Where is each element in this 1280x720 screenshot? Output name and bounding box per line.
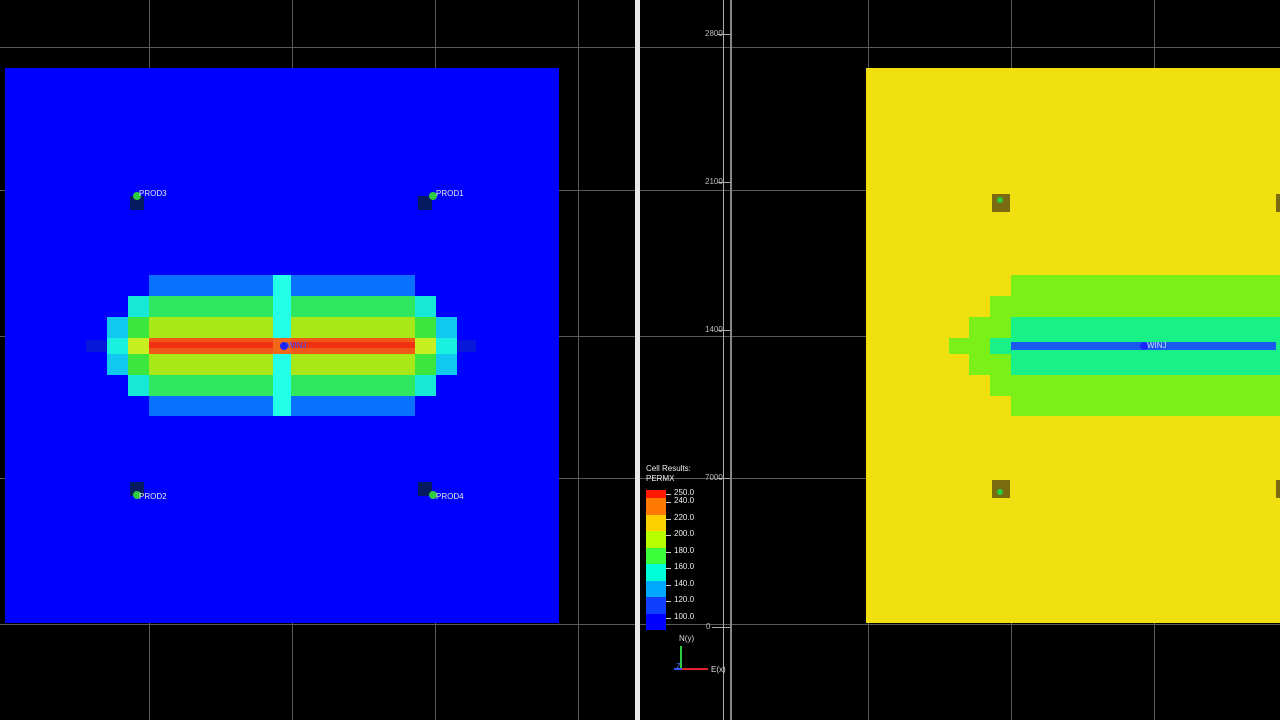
well-marker[interactable] — [997, 197, 1003, 203]
legend-label: 200.0 — [674, 529, 695, 538]
legend-tick — [666, 518, 671, 520]
well-label-prod3: PROD3 — [139, 189, 167, 198]
legend-tick — [666, 617, 671, 619]
legend-result-name: PERMX — [646, 474, 675, 483]
triad-x-label: E(x) — [711, 665, 726, 674]
legend-label: 220.0 — [674, 512, 695, 522]
legend-tick — [666, 584, 671, 586]
legend-tick — [666, 502, 671, 503]
legend-label: 100.0 — [674, 611, 695, 621]
legend-tick — [666, 535, 671, 536]
color-legend: Cell Results: PERMX 250.0 240.0 220.0 200.0… — [646, 464, 716, 630]
legend-label: 180.0 — [674, 545, 695, 555]
legend-swatch — [646, 490, 666, 498]
well-marker[interactable] — [997, 489, 1003, 495]
grid-line — [640, 624, 1280, 625]
grid-line — [0, 47, 635, 48]
triad-y-label: N(y) — [679, 634, 695, 643]
legend-swatch — [646, 547, 666, 564]
legend-tick — [666, 551, 671, 553]
legend-swatch — [646, 531, 666, 548]
grid-line — [0, 624, 635, 625]
well-label-prod1: PROD1 — [436, 189, 464, 198]
y-axis-line — [723, 0, 724, 720]
y-axis-tick-label: 1400 — [705, 325, 723, 334]
grid-cell — [990, 296, 1280, 317]
reservoir-grid[interactable] — [866, 68, 1280, 623]
legend-swatch — [646, 613, 666, 630]
legend-scale: 250.0 240.0 220.0 200.0 180.0 160.0 140.0 120.0… — [646, 488, 716, 630]
legend-label: 140.0 — [674, 578, 695, 588]
legend-label: 120.0 — [674, 595, 695, 604]
legend-label: 240.0 — [674, 496, 695, 505]
axis-triad: N(y) Z E(x) — [670, 632, 760, 682]
y-axis-tick-label: 2100 — [705, 177, 723, 186]
well-cell — [1276, 194, 1280, 212]
grid-line — [578, 0, 579, 720]
legend-label: 160.0 — [674, 562, 695, 571]
legend-title: Cell Results: — [646, 464, 691, 473]
well-label-winj: WINJ — [1147, 341, 1167, 350]
legend-tick — [666, 568, 671, 569]
legend-tick — [666, 601, 671, 602]
y-axis-tick — [712, 627, 730, 628]
left-3d-viewport[interactable]: PROD3 PROD1 PROD2 PROD4 WINJ — [0, 0, 635, 720]
y-axis-tick-label: 2800 — [705, 29, 723, 38]
legend-swatch — [646, 498, 666, 515]
legend-swatch — [646, 580, 666, 597]
grid-cell — [1011, 396, 1280, 416]
grid-cell — [990, 375, 1280, 396]
well-cell — [1276, 480, 1280, 498]
right-3d-viewport[interactable]: 2800 2100 1400 7000 0 WINJ Cell Results:… — [640, 0, 1280, 720]
grid-cell — [990, 338, 1011, 354]
triad-x-axis — [680, 668, 708, 670]
legend-swatch — [646, 597, 666, 614]
well-label-prod2: PROD2 — [139, 492, 167, 501]
y-axis-tick-label: 0 — [706, 622, 711, 631]
well-label-winj: WINJ — [287, 341, 307, 350]
legend-swatch — [646, 564, 666, 581]
legend-tick — [666, 494, 671, 495]
triad-z-label: Z — [676, 662, 681, 671]
y-axis-line — [730, 0, 732, 720]
well-label-prod4: PROD4 — [436, 492, 464, 501]
grid-line — [640, 47, 1280, 48]
legend-swatch — [646, 514, 666, 531]
